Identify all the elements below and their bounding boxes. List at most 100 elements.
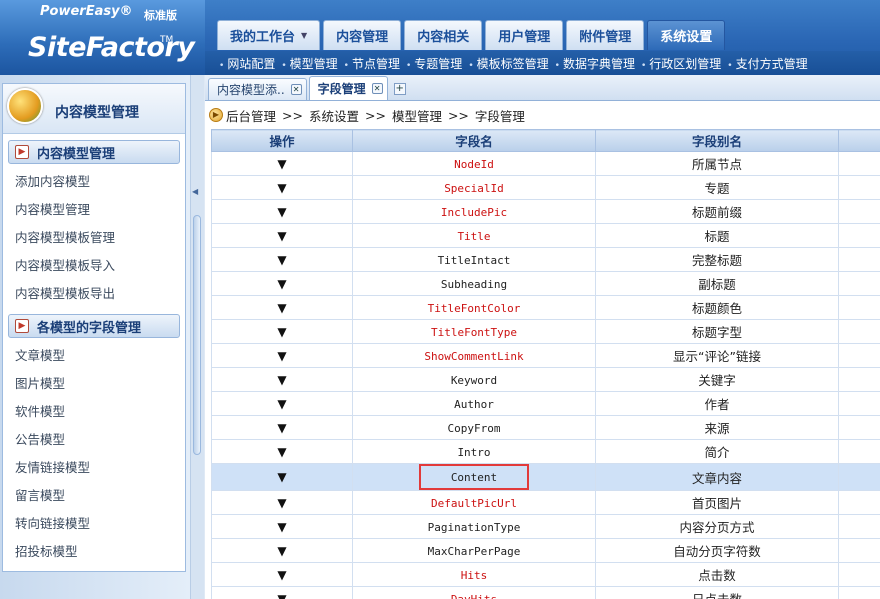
chevron-down-icon[interactable]: ▼ bbox=[277, 397, 286, 411]
tab-2[interactable]: 内容相关 bbox=[404, 20, 483, 50]
chevron-down-icon[interactable]: ▼ bbox=[277, 421, 286, 435]
sidebar-link[interactable]: 图片模型 bbox=[3, 370, 185, 398]
sidebar-splitter[interactable]: ◀ bbox=[190, 75, 204, 599]
close-icon[interactable]: ✕ bbox=[290, 84, 302, 95]
subnav-item[interactable]: 数据字典管理 bbox=[555, 55, 635, 72]
table-row[interactable]: ▼ Subheading 副标题 bbox=[211, 271, 880, 296]
tab-3[interactable]: 用户管理 bbox=[485, 20, 564, 50]
splitter-handle[interactable] bbox=[193, 215, 201, 455]
chevron-down-icon[interactable]: ▼ bbox=[277, 277, 286, 291]
chevron-down-icon[interactable]: ▼ bbox=[277, 157, 286, 171]
chevron-down-icon[interactable]: ▼ bbox=[277, 205, 286, 219]
document-tab[interactable]: 内容模型添.. ✕ bbox=[208, 78, 307, 100]
table-row[interactable]: ▼ PaginationType 内容分页方式 bbox=[211, 514, 880, 539]
row-action-dropdown[interactable]: ▼ bbox=[211, 247, 353, 272]
collapse-arrow-icon[interactable]: ◀ bbox=[192, 187, 198, 196]
tab-0[interactable]: 我的工作台 ▼ bbox=[217, 20, 321, 50]
table-row[interactable]: ▼ DayHits 日点击数 bbox=[211, 586, 880, 599]
sidebar-link[interactable]: 转向链接模型 bbox=[3, 510, 185, 538]
chevron-down-icon[interactable]: ▼ bbox=[277, 253, 286, 267]
row-action-dropdown[interactable]: ▼ bbox=[211, 586, 353, 599]
table-row[interactable]: ▼ Intro 简介 bbox=[211, 439, 880, 464]
chevron-down-icon[interactable]: ▼ bbox=[277, 349, 286, 363]
sidebar-link[interactable]: 招投标模型 bbox=[3, 538, 185, 566]
row-action-dropdown[interactable]: ▼ bbox=[211, 175, 353, 200]
row-action-dropdown[interactable]: ▼ bbox=[211, 151, 353, 176]
chevron-down-icon[interactable]: ▼ bbox=[277, 520, 286, 534]
row-action-dropdown[interactable]: ▼ bbox=[211, 367, 353, 392]
sidebar-link[interactable]: 内容模型模板导入 bbox=[3, 252, 185, 280]
chevron-down-icon[interactable]: ▼ bbox=[277, 496, 286, 510]
row-action-dropdown[interactable]: ▼ bbox=[211, 295, 353, 320]
chevron-down-icon[interactable]: ▼ bbox=[277, 568, 286, 582]
row-action-dropdown[interactable]: ▼ bbox=[211, 490, 353, 515]
table-row[interactable]: ▼ IncludePic 标题前缀 bbox=[211, 199, 880, 224]
chevron-down-icon[interactable]: ▼ bbox=[277, 592, 286, 599]
row-action-dropdown[interactable]: ▼ bbox=[211, 391, 353, 416]
sidebar-link[interactable]: 软件模型 bbox=[3, 398, 185, 426]
row-action-dropdown[interactable]: ▼ bbox=[211, 343, 353, 368]
row-action-dropdown[interactable]: ▼ bbox=[211, 271, 353, 296]
subnav-item[interactable]: 网站配置 bbox=[219, 55, 275, 72]
sidebar-link[interactable]: 添加内容模型 bbox=[3, 168, 185, 196]
subnav-item[interactable]: 节点管理 bbox=[344, 55, 400, 72]
sidebar-section-header[interactable]: ▶ 内容模型管理 bbox=[8, 140, 180, 164]
table-row[interactable]: ▼ DefaultPicUrl 首页图片 bbox=[211, 490, 880, 515]
table-row[interactable]: ▼ Content 文章内容 bbox=[211, 463, 880, 491]
tab-5[interactable]: 系统设置 bbox=[647, 20, 726, 50]
chevron-down-icon[interactable]: ▼ bbox=[277, 301, 286, 315]
table-row[interactable]: ▼ ShowCommentLink 显示“评论”链接 bbox=[211, 343, 880, 368]
row-action-dropdown[interactable]: ▼ bbox=[211, 223, 353, 248]
chevron-down-icon[interactable]: ▼ bbox=[277, 544, 286, 558]
subnav-item[interactable]: 模型管理 bbox=[281, 55, 338, 72]
subnav-item[interactable]: 支付方式管理 bbox=[727, 55, 808, 72]
tab-4[interactable]: 附件管理 bbox=[566, 20, 645, 50]
table-row[interactable]: ▼ NodeId 所属节点 bbox=[211, 151, 880, 176]
chevron-down-icon[interactable]: ▼ bbox=[277, 445, 286, 459]
document-tab[interactable]: 字段管理 ✕ bbox=[308, 76, 388, 100]
row-action-dropdown[interactable]: ▼ bbox=[211, 199, 353, 224]
sidebar-title: 内容模型管理 bbox=[55, 105, 139, 121]
subnav-item[interactable]: 行政区划管理 bbox=[641, 55, 721, 72]
table-row[interactable]: ▼ SpecialId 专题 bbox=[211, 175, 880, 200]
row-action-dropdown[interactable]: ▼ bbox=[211, 514, 353, 539]
add-tab-icon[interactable]: + bbox=[393, 83, 406, 95]
sidebar-link[interactable]: 内容模型模板导出 bbox=[3, 280, 185, 308]
table-row[interactable]: ▼ CopyFrom 来源 bbox=[211, 415, 880, 440]
breadcrumb-item[interactable]: 模型管理 bbox=[392, 106, 442, 125]
chevron-down-icon[interactable]: ▼ bbox=[277, 229, 286, 243]
table-row[interactable]: ▼ MaxCharPerPage 自动分页字符数 bbox=[211, 538, 880, 563]
row-action-dropdown[interactable]: ▼ bbox=[211, 463, 353, 491]
breadcrumb-item[interactable]: 后台管理 bbox=[226, 106, 276, 125]
table-row[interactable]: ▼ TitleFontColor 标题颜色 bbox=[211, 295, 880, 320]
table-row[interactable]: ▼ Title 标题 bbox=[211, 223, 880, 248]
table-row[interactable]: ▼ TitleIntact 完整标题 bbox=[211, 247, 880, 272]
sidebar-link[interactable]: 公告模型 bbox=[3, 426, 185, 454]
tab-1[interactable]: 内容管理 bbox=[323, 20, 402, 50]
table-row[interactable]: ▼ Author 作者 bbox=[211, 391, 880, 416]
chevron-down-icon[interactable]: ▼ bbox=[277, 470, 286, 484]
table-row[interactable]: ▼ Hits 点击数 bbox=[211, 562, 880, 587]
row-action-dropdown[interactable]: ▼ bbox=[211, 415, 353, 440]
sidebar-link[interactable]: 文章模型 bbox=[3, 342, 185, 370]
sidebar-link[interactable]: 友情链接模型 bbox=[3, 454, 185, 482]
row-action-dropdown[interactable]: ▼ bbox=[211, 319, 353, 344]
chevron-down-icon[interactable]: ▼ bbox=[277, 373, 286, 387]
table-row[interactable]: ▼ Keyword 关键字 bbox=[211, 367, 880, 392]
chevron-down-icon[interactable]: ▼ bbox=[277, 325, 286, 339]
row-action-dropdown[interactable]: ▼ bbox=[211, 538, 353, 563]
breadcrumb-item[interactable]: 系统设置 bbox=[309, 106, 359, 125]
close-icon[interactable]: ✕ bbox=[371, 83, 383, 94]
sidebar-link[interactable]: 内容模型管理 bbox=[3, 196, 185, 224]
row-action-dropdown[interactable]: ▼ bbox=[211, 562, 353, 587]
subnav-item[interactable]: 专题管理 bbox=[406, 55, 462, 72]
chevron-down-icon[interactable]: ▼ bbox=[277, 181, 286, 195]
chevron-down-icon[interactable]: ▼ bbox=[301, 31, 307, 40]
row-action-dropdown[interactable]: ▼ bbox=[211, 439, 353, 464]
subnav-item[interactable]: 模板标签管理 bbox=[468, 55, 549, 72]
sidebar-link[interactable]: 内容模型模板管理 bbox=[3, 224, 185, 252]
table-row[interactable]: ▼ TitleFontType 标题字型 bbox=[211, 319, 880, 344]
sidebar-header: 内容模型管理 bbox=[3, 84, 185, 134]
sidebar-section-header[interactable]: ▶ 各模型的字段管理 bbox=[8, 314, 180, 338]
sidebar-link[interactable]: 留言模型 bbox=[3, 482, 185, 510]
